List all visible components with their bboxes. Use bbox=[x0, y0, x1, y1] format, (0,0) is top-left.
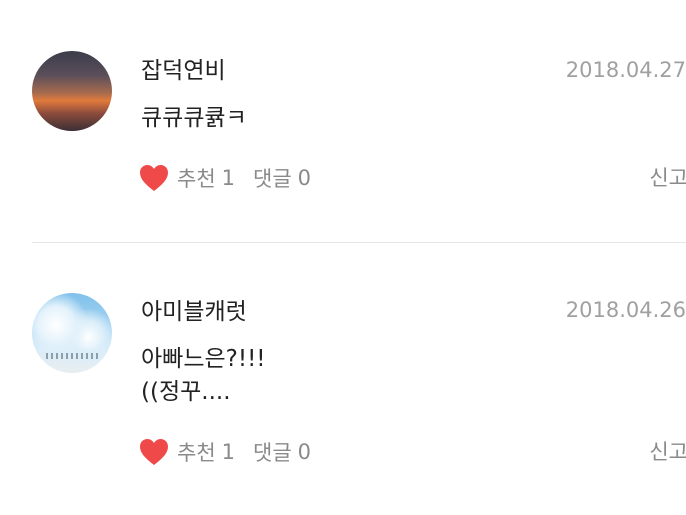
avatar[interactable] bbox=[32, 293, 112, 373]
comment-item: 아미블캐럿 2018.04.26 아빠느은?!!! ((정꾸.... 추천 1 … bbox=[0, 243, 686, 515]
comment-actions: 추천 1 댓글 0 bbox=[139, 436, 311, 468]
reply-label[interactable]: 댓글 bbox=[253, 163, 292, 193]
comment-text: 아빠느은?!!! ((정꾸.... bbox=[141, 346, 266, 405]
like-count: 1 bbox=[221, 166, 236, 190]
heart-icon[interactable] bbox=[139, 438, 169, 466]
comment-username[interactable]: 잡덕연비 bbox=[141, 56, 226, 86]
avatar-crowd-decoration bbox=[46, 353, 98, 359]
reply-count: 0 bbox=[297, 166, 312, 190]
heart-icon[interactable] bbox=[139, 164, 169, 192]
like-label[interactable]: 추천 bbox=[177, 437, 216, 467]
comment-date: 2018.04.26 bbox=[565, 298, 686, 322]
reply-label[interactable]: 댓글 bbox=[253, 437, 292, 467]
comment-username[interactable]: 아미블캐럿 bbox=[141, 297, 247, 327]
like-count: 1 bbox=[221, 440, 236, 464]
avatar[interactable] bbox=[32, 51, 112, 131]
like-label[interactable]: 추천 bbox=[177, 163, 216, 193]
comment-actions: 추천 1 댓글 0 bbox=[139, 162, 311, 194]
comment-item: 잡덕연비 2018.04.27 큐큐큐큙ㅋ 추천 1 댓글 0 신고 bbox=[0, 0, 686, 242]
report-button[interactable]: 신고 bbox=[649, 162, 686, 194]
reply-count: 0 bbox=[297, 440, 312, 464]
comment-text: 큐큐큐큙ㅋ bbox=[141, 105, 247, 131]
report-button[interactable]: 신고 bbox=[649, 436, 686, 468]
comment-date: 2018.04.27 bbox=[565, 58, 686, 82]
